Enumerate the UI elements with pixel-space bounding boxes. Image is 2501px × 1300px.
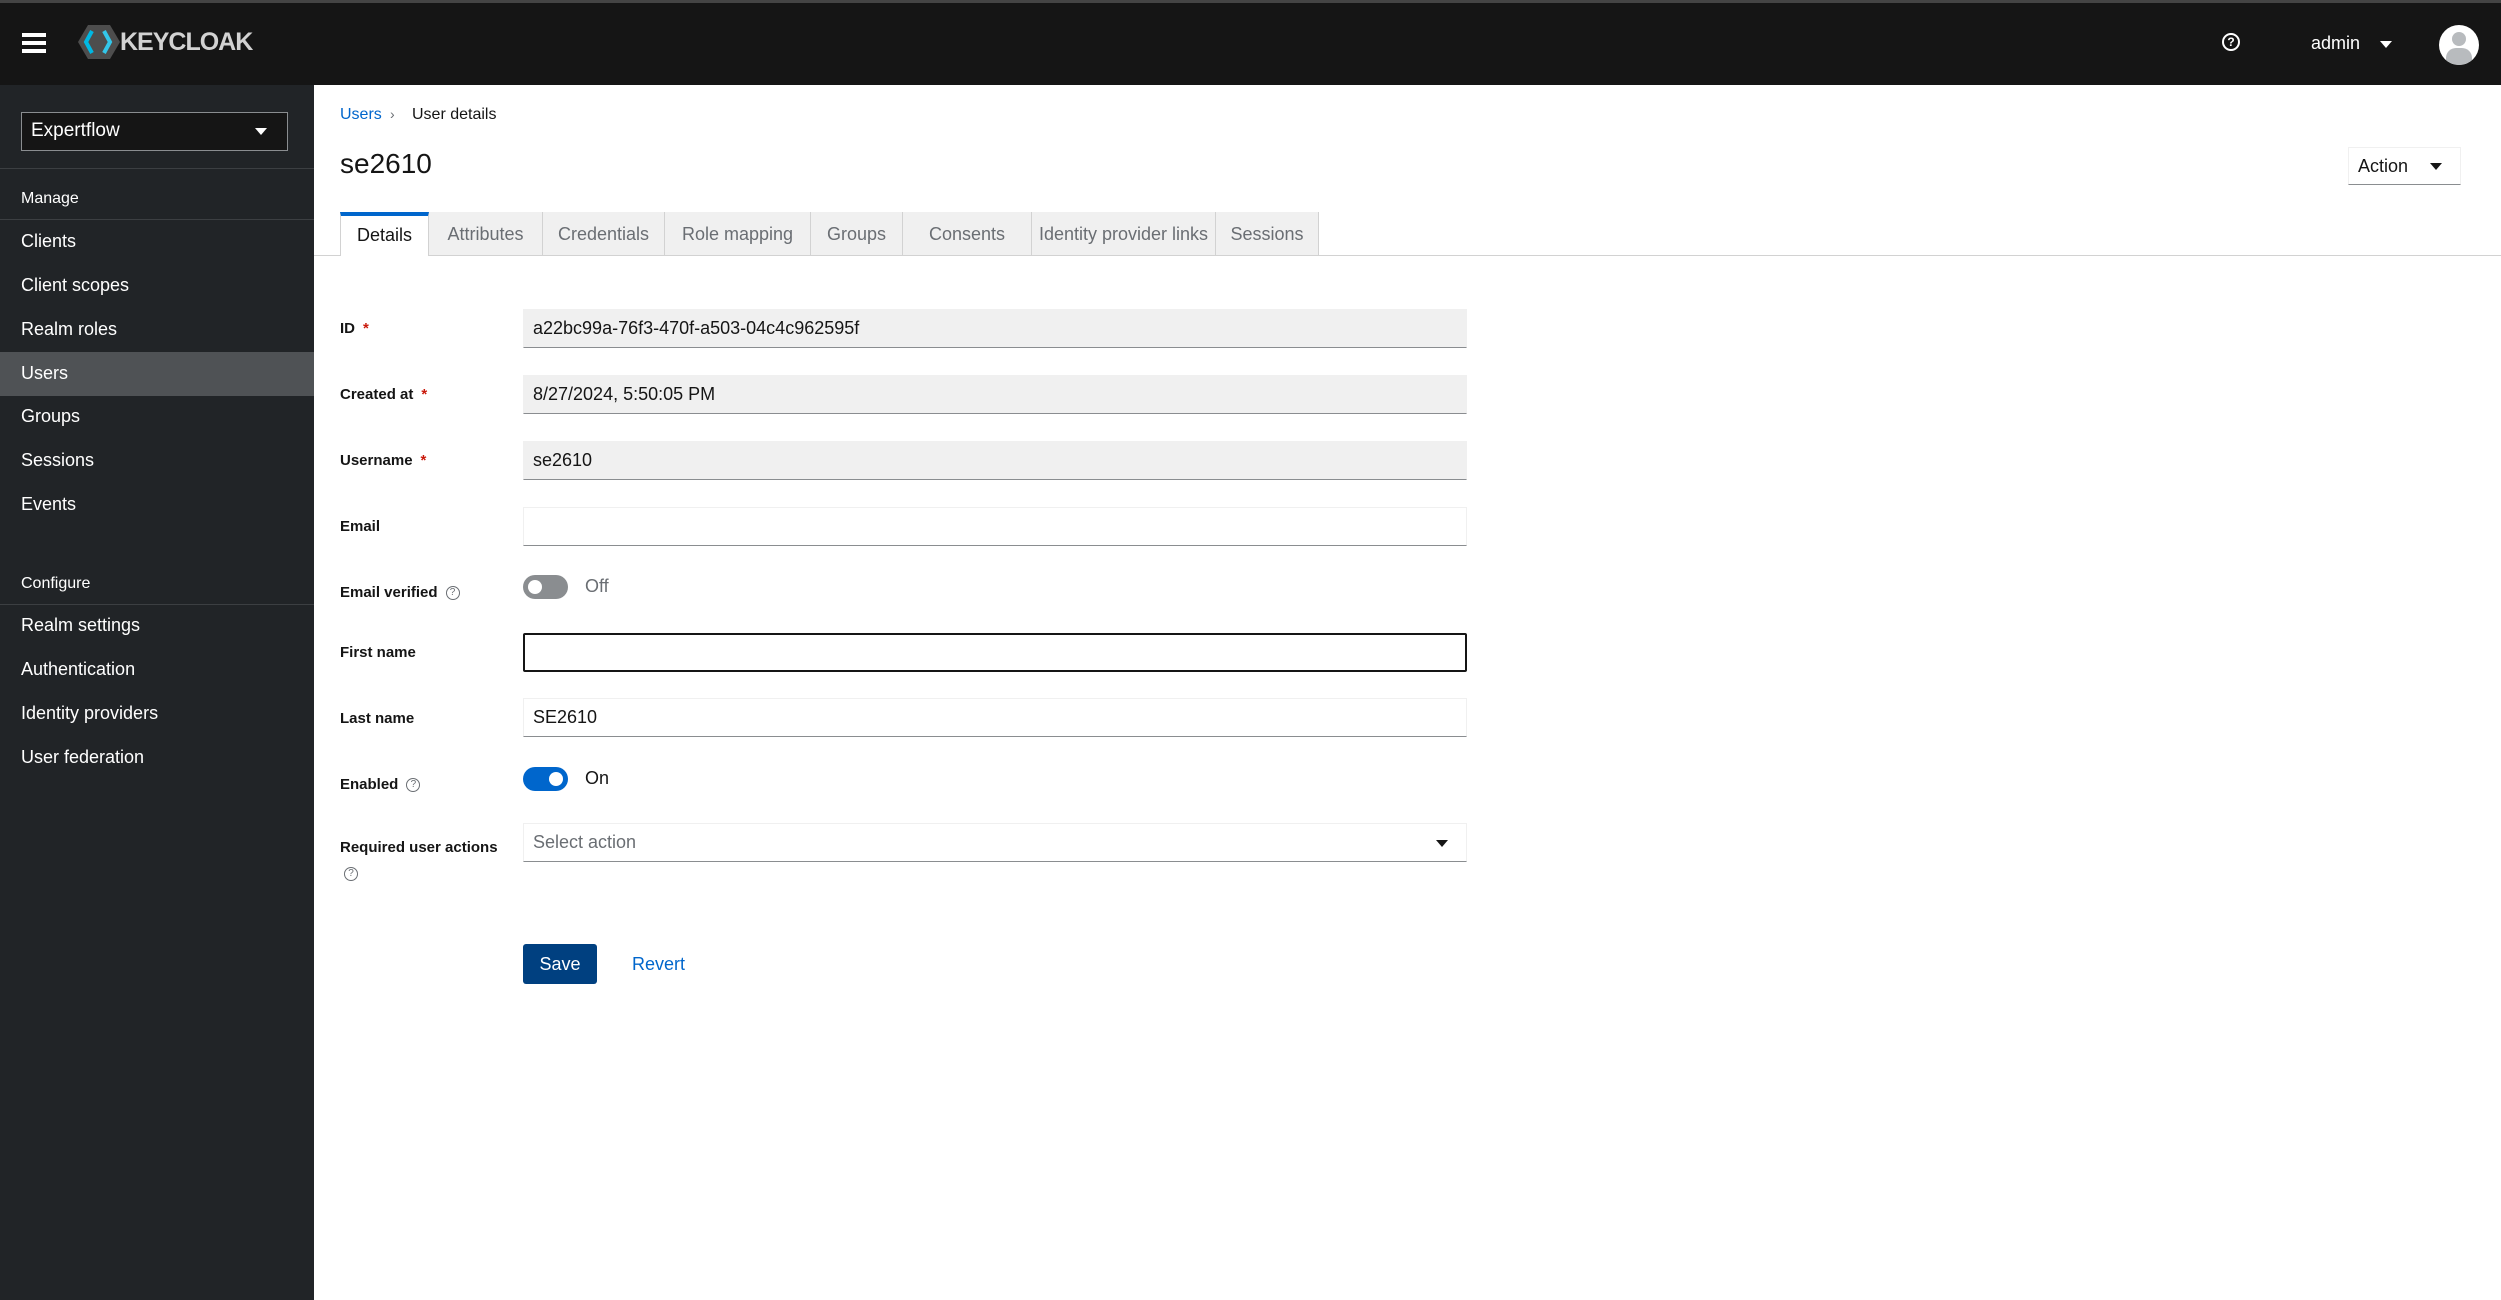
hamburger-icon[interactable]	[22, 29, 46, 57]
tab-groups[interactable]: Groups	[811, 212, 903, 256]
tab-details[interactable]: Details	[340, 212, 429, 256]
first-name-field[interactable]	[523, 633, 1467, 672]
tab-attributes[interactable]: Attributes	[429, 212, 543, 256]
sidebar-item-authentication[interactable]: Authentication	[0, 648, 314, 692]
first-name-label: First name	[340, 644, 416, 661]
sidebar-item-identity-providers[interactable]: Identity providers	[0, 692, 314, 736]
enabled-state: On	[585, 768, 610, 788]
sidebar-item-user-federation[interactable]: User federation	[0, 736, 314, 780]
sidebar-item-users[interactable]: Users	[0, 352, 314, 396]
tab-identity-provider-links[interactable]: Identity provider links	[1032, 212, 1216, 256]
user-name: admin	[2311, 33, 2361, 53]
action-dropdown[interactable]: Action	[2348, 147, 2461, 185]
breadcrumb-current: User details	[412, 106, 497, 123]
sidebar-item-events[interactable]: Events	[0, 483, 314, 527]
revert-button[interactable]: Revert	[632, 954, 685, 975]
email-verified-toggle[interactable]	[523, 575, 568, 599]
sidebar-item-realm-settings[interactable]: Realm settings	[0, 604, 314, 648]
caret-down-icon	[2430, 163, 2442, 170]
breadcrumb-users[interactable]: Users	[340, 106, 382, 124]
help-icon: ?	[406, 778, 421, 793]
username-field[interactable]: se2610	[523, 441, 1467, 480]
brand-name: KEYCLOAK	[120, 27, 253, 56]
id-field[interactable]: a22bc99a-76f3-470f-a503-04c4c962595f	[523, 309, 1467, 348]
sidebar-item-realm-roles[interactable]: Realm roles	[0, 308, 314, 352]
sidebar-item-client-scopes[interactable]: Client scopes	[0, 264, 314, 308]
section-manage: Manage	[21, 190, 79, 207]
sidebar-item-sessions[interactable]: Sessions	[0, 439, 314, 483]
sidebar-item-clients[interactable]: Clients	[0, 220, 314, 264]
email-field[interactable]	[523, 507, 1467, 546]
save-button[interactable]: Save	[523, 944, 597, 984]
caret-down-icon	[1436, 840, 1448, 847]
last-name-label: Last name	[340, 710, 415, 727]
keycloak-logo[interactable]: KEYCLOAK	[78, 25, 253, 59]
masthead: KEYCLOAK ? admin	[0, 0, 2501, 85]
caret-down-icon	[255, 128, 267, 135]
help-icon[interactable]: ?	[2222, 33, 2240, 51]
action-label: Action	[2358, 156, 2409, 176]
tab-role-mapping[interactable]: Role mapping	[665, 212, 811, 256]
caret-down-icon	[2380, 40, 2393, 48]
tab-sessions[interactable]: Sessions	[1216, 212, 1319, 256]
sidebar-item-groups[interactable]: Groups	[0, 395, 314, 439]
page-title: se2610	[340, 148, 432, 179]
id-label: ID *	[340, 320, 369, 337]
avatar-icon[interactable]	[2439, 25, 2479, 65]
help-icon: ?	[344, 867, 358, 882]
last-name-field[interactable]: SE2610	[523, 698, 1467, 737]
email-verified-state: Off	[585, 576, 609, 596]
section-configure: Configure	[21, 575, 91, 592]
created-at-field[interactable]: 8/27/2024, 5:50:05 PM	[523, 375, 1467, 414]
keycloak-logo-icon	[78, 25, 120, 59]
divider	[0, 168, 314, 169]
enabled-label: Enabled?	[340, 776, 421, 793]
email-label: Email	[340, 518, 381, 535]
select-placeholder: Select action	[533, 832, 637, 852]
enabled-toggle[interactable]	[523, 767, 568, 791]
chevron-right-icon: ›	[390, 106, 395, 122]
required-actions-select[interactable]: Select action	[523, 823, 1467, 862]
created-at-label: Created at *	[340, 386, 428, 403]
realm-selector[interactable]: Expertflow	[21, 112, 288, 151]
tab-credentials[interactable]: Credentials	[543, 212, 665, 256]
help-icon: ?	[445, 586, 460, 601]
realm-name: Expertflow	[31, 120, 120, 141]
required-actions-label: Required user actions?	[340, 839, 498, 882]
user-menu[interactable]: admin	[2311, 33, 2393, 54]
email-verified-label: Email verified?	[340, 584, 460, 601]
tab-consents[interactable]: Consents	[903, 212, 1032, 256]
username-label: Username *	[340, 452, 427, 469]
